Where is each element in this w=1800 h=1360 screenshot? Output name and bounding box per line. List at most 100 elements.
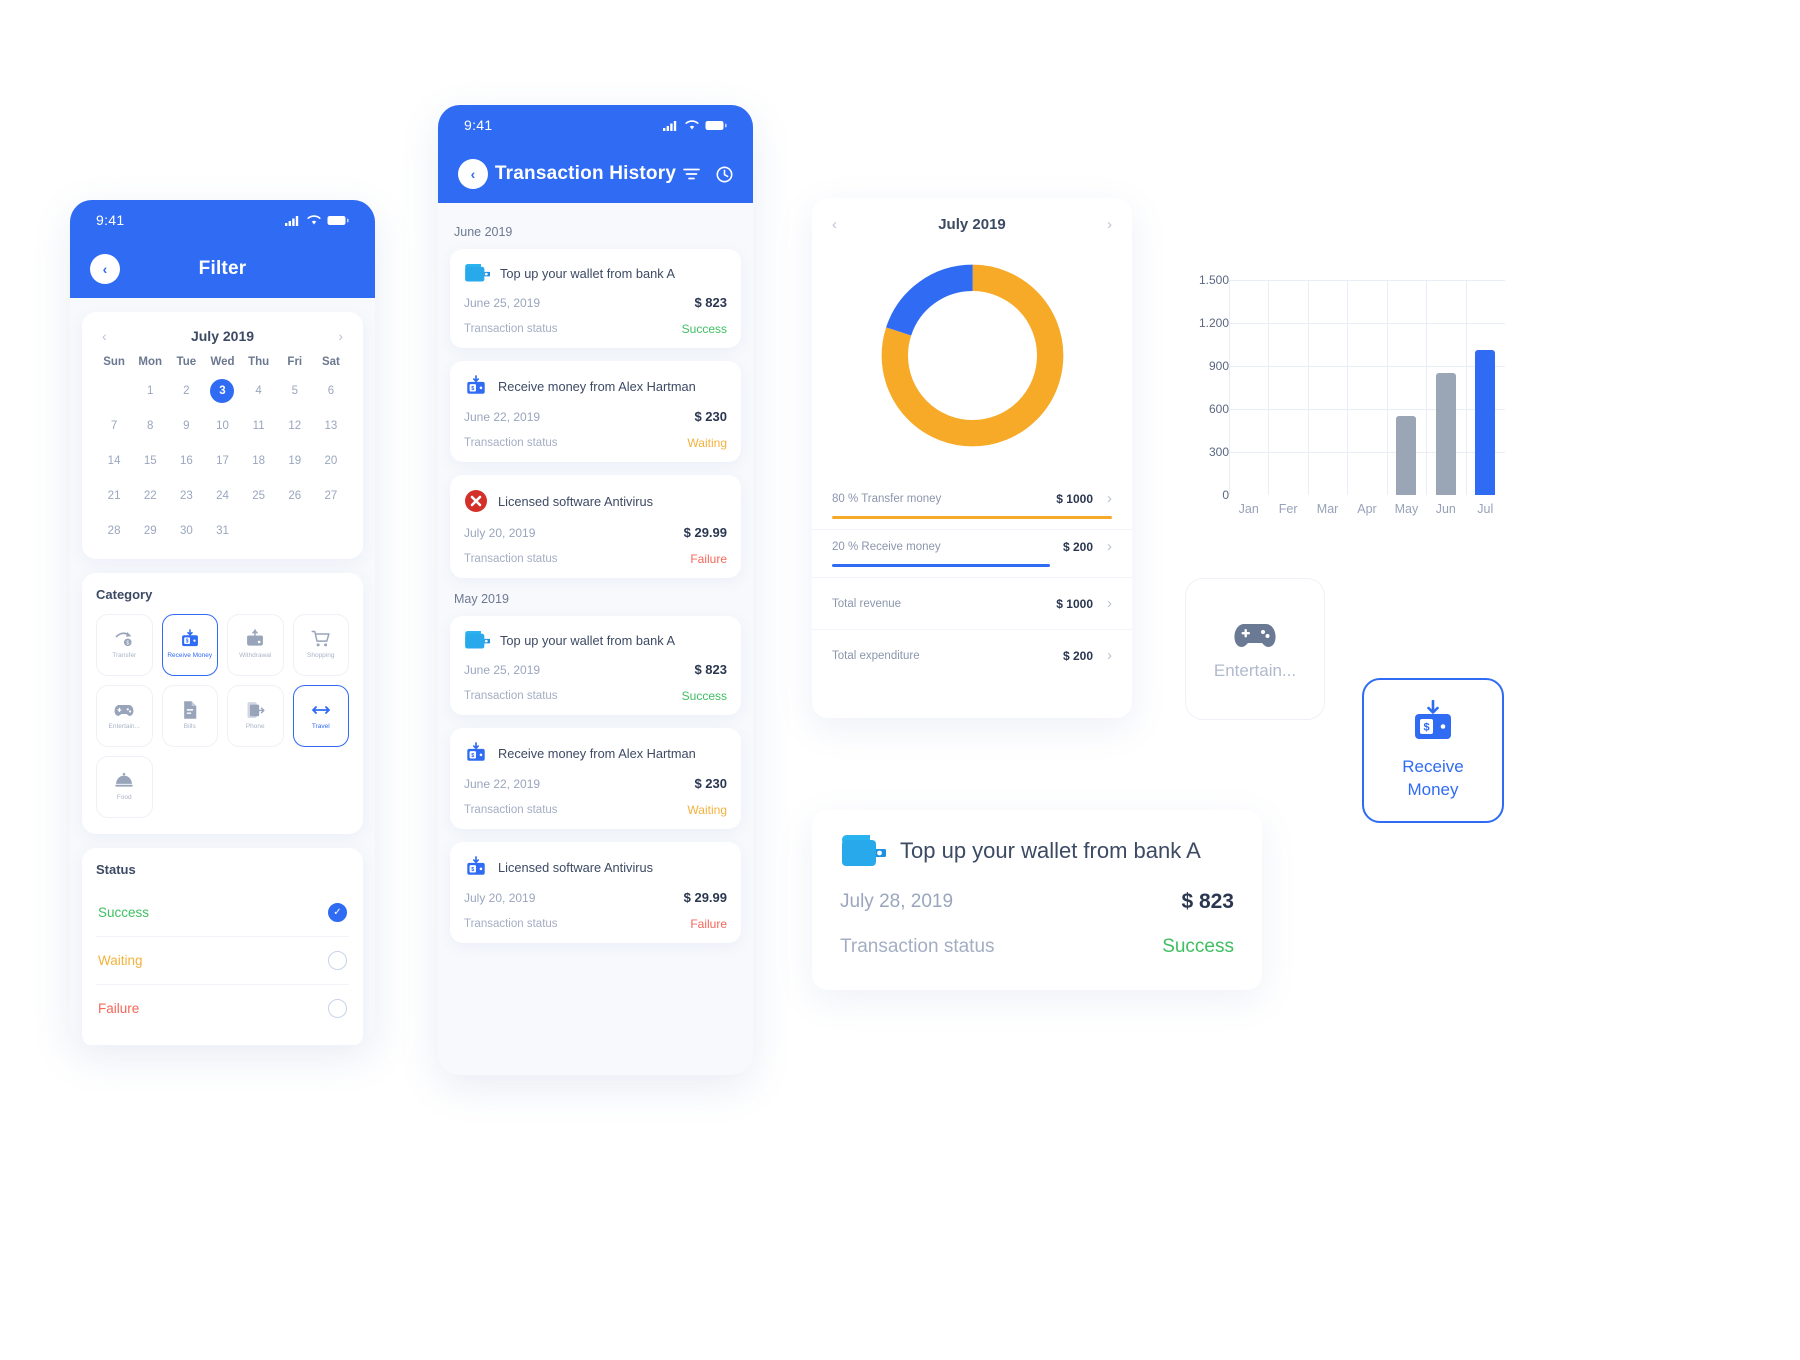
transaction-card[interactable]: $ Licensed software Antivirus July 20, 2… xyxy=(450,842,741,943)
chevron-right-icon[interactable]: › xyxy=(1107,538,1112,555)
filter-body: ‹ July 2019 › Sun Mon Tue Wed Thu Fri Sat 1234… xyxy=(70,298,375,1045)
status-option-waiting[interactable]: Waiting xyxy=(96,937,349,985)
calendar-day-17[interactable]: 17 xyxy=(204,449,240,473)
status-option-radio[interactable]: ✓ xyxy=(328,903,347,922)
gamepad-icon xyxy=(1234,624,1276,647)
entertainment-category-tile[interactable]: Entertain... xyxy=(1185,578,1325,720)
calendar-day-26[interactable]: 26 xyxy=(277,484,313,508)
calendar-day-14[interactable]: 14 xyxy=(96,449,132,473)
battery-icon xyxy=(705,120,727,130)
transaction-card[interactable]: Licensed software Antivirus July 20, 201… xyxy=(450,475,741,578)
transaction-amount: $ 823 xyxy=(694,662,727,677)
calendar-day-7[interactable]: 7 xyxy=(96,414,132,438)
calendar-day-16[interactable]: 16 xyxy=(168,449,204,473)
category-grid[interactable]: $ Transfer $ Receive Money Withdrawal Sh… xyxy=(96,614,349,818)
status-list[interactable]: Success ✓ Waiting Failure xyxy=(96,889,349,1032)
calendar-blank xyxy=(96,379,132,403)
receive-money-tile[interactable]: $ Receive Money xyxy=(1362,678,1504,823)
calendar-day-2[interactable]: 2 xyxy=(168,379,204,403)
calendar-next-button[interactable]: › xyxy=(338,328,343,344)
transaction-card[interactable]: $ Receive money from Alex Hartman June 2… xyxy=(450,728,741,829)
back-button[interactable]: ‹ xyxy=(90,254,120,284)
category-tile-label: Phone xyxy=(245,723,265,731)
back-button[interactable]: ‹ xyxy=(458,159,488,189)
category-tile-travel[interactable]: Travel xyxy=(292,685,349,747)
transaction-status-label: Transaction status xyxy=(464,918,558,930)
status-option-failure[interactable]: Failure xyxy=(96,985,349,1032)
monthly-bar-chart: 0 300 600 900 1.200 1.500 Jan Fer Mar Apr May Jun J… xyxy=(1175,273,1505,550)
calendar-day-11[interactable]: 11 xyxy=(241,414,277,438)
calendar-day-25[interactable]: 25 xyxy=(241,484,277,508)
calendar-day-24[interactable]: 24 xyxy=(204,484,240,508)
calendar-day-30[interactable]: 30 xyxy=(168,519,204,543)
category-tile-transfer[interactable]: $ Transfer xyxy=(96,614,153,676)
analytics-legend: 80 % Transfer money $ 1000 › 20 % Receiv… xyxy=(812,482,1132,578)
category-tile-bills[interactable]: Bills xyxy=(161,685,218,747)
calendar-day-22[interactable]: 22 xyxy=(132,484,168,508)
category-tile-receive-money[interactable]: $ Receive Money xyxy=(161,614,218,676)
category-tile-shopping[interactable]: Shopping xyxy=(292,614,349,676)
transaction-card[interactable]: $ Receive money from Alex Hartman June 2… xyxy=(450,361,741,462)
chevron-right-icon[interactable]: › xyxy=(1107,595,1112,612)
status-option-radio[interactable] xyxy=(328,951,347,970)
chevron-right-icon[interactable]: › xyxy=(1107,647,1112,664)
category-tile-food[interactable]: Food xyxy=(96,756,153,818)
calendar-day-5[interactable]: 5 xyxy=(277,379,313,403)
analytics-summary-right: $ 200 › xyxy=(1063,647,1112,664)
calendar-day-21[interactable]: 21 xyxy=(96,484,132,508)
transaction-amount-row: June 25, 2019 $ 823 xyxy=(464,295,727,310)
filter-icon[interactable] xyxy=(683,167,700,181)
category-title: Category xyxy=(96,587,153,602)
history-clock-icon[interactable] xyxy=(716,166,733,183)
calendar-day-15[interactable]: 15 xyxy=(132,449,168,473)
calendar-day-27[interactable]: 27 xyxy=(313,484,349,508)
calendar-day-28[interactable]: 28 xyxy=(96,519,132,543)
category-tile-label: Food xyxy=(116,794,132,802)
calendar-day-8[interactable]: 8 xyxy=(132,414,168,438)
entertainment-tile-label: Entertain... xyxy=(1213,661,1297,680)
bar-chart-y-tick: 1.200 xyxy=(1198,316,1229,330)
category-tile-entertain[interactable]: Entertain... xyxy=(96,685,153,747)
calendar-day-12[interactable]: 12 xyxy=(277,414,313,438)
calendar-day-31[interactable]: 31 xyxy=(204,519,240,543)
calendar-day-6[interactable]: 6 xyxy=(313,379,349,403)
bar-chart-bar-may xyxy=(1396,416,1417,495)
calendar-day-9[interactable]: 9 xyxy=(168,414,204,438)
bar-chart-gridline-h xyxy=(1229,323,1505,324)
calendar-day-grid[interactable]: 1 2 3 4 5 6 7 8 9 10 11 12 13 14 15 16 17 18 19 20 21 22 23 24 2… xyxy=(96,379,349,543)
analytics-summary-row[interactable]: Total revenue $ 1000 › xyxy=(812,578,1132,630)
transaction-status-label: Transaction status xyxy=(464,690,558,702)
transaction-card-header: $ Receive money from Alex Hartman xyxy=(464,375,727,397)
calendar-day-20[interactable]: 20 xyxy=(313,449,349,473)
calendar-day-19[interactable]: 19 xyxy=(277,449,313,473)
status-bar-indicators xyxy=(285,214,349,226)
transaction-card[interactable]: Top up your wallet from bank A June 25, … xyxy=(450,616,741,715)
calendar-weekday-4: Thu xyxy=(248,356,270,368)
calendar-prev-button[interactable]: ‹ xyxy=(102,328,107,344)
calendar-day-4[interactable]: 4 xyxy=(241,379,277,403)
calendar-day-18[interactable]: 18 xyxy=(241,449,277,473)
analytics-prev-button[interactable]: ‹ xyxy=(832,216,837,233)
chevron-right-icon[interactable]: › xyxy=(1107,490,1112,507)
antivirus-icon xyxy=(465,490,487,512)
status-option-radio[interactable] xyxy=(328,999,347,1018)
status-option-success[interactable]: Success ✓ xyxy=(96,889,349,937)
calendar-day-10[interactable]: 10 xyxy=(204,414,240,438)
calendar-day-1[interactable]: 1 xyxy=(132,379,168,403)
calendar-day-23[interactable]: 23 xyxy=(168,484,204,508)
calendar-day-29[interactable]: 29 xyxy=(132,519,168,543)
status-bar-time: 9:41 xyxy=(464,117,493,133)
analytics-next-button[interactable]: › xyxy=(1107,216,1112,233)
analytics-legend-row[interactable]: 80 % Transfer money $ 1000 › xyxy=(812,482,1132,530)
bar-chart-gridline-h xyxy=(1229,452,1505,453)
calendar-day-3[interactable]: 3 xyxy=(210,379,235,403)
category-tile-phone[interactable]: Phone xyxy=(227,685,284,747)
transaction-amount: $ 823 xyxy=(694,295,727,310)
detail-card-amount: $ 823 xyxy=(1181,890,1234,913)
calendar-day-13[interactable]: 13 xyxy=(313,414,349,438)
transaction-card[interactable]: Top up your wallet from bank A June 25, … xyxy=(450,249,741,348)
analytics-legend-row[interactable]: 20 % Receive money $ 200 › xyxy=(812,530,1132,578)
analytics-summary-row[interactable]: Total expenditure $ 200 › xyxy=(812,630,1132,681)
wallet-icon xyxy=(465,630,490,649)
category-tile-withdrawal[interactable]: Withdrawal xyxy=(227,614,284,676)
